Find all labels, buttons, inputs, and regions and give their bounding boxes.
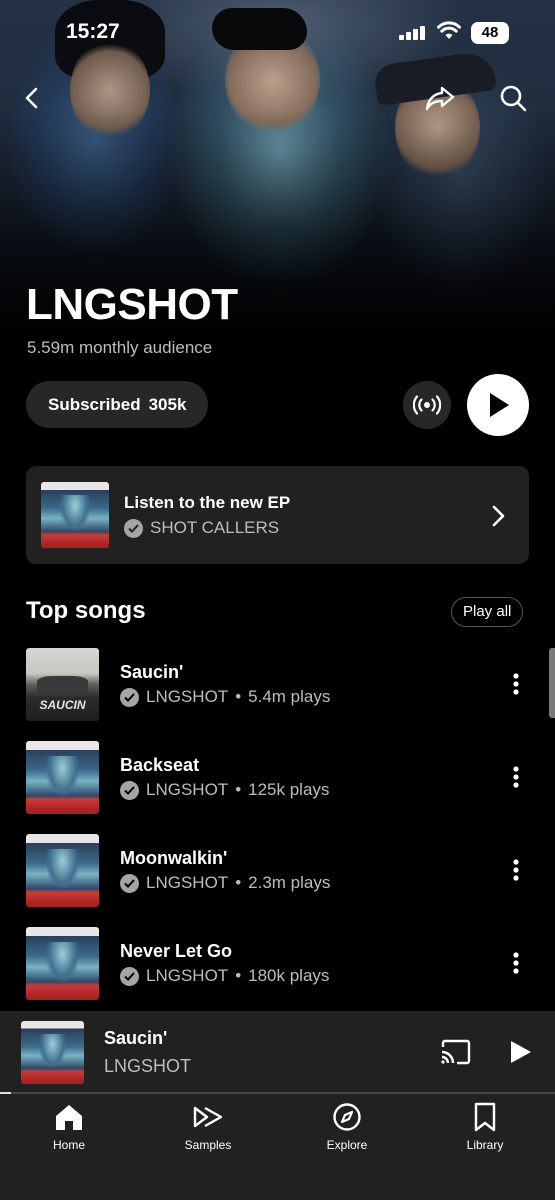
now-playing-artist: LNGSHOT — [104, 1056, 192, 1076]
song-title: Saucin' — [120, 662, 184, 682]
song-artist: LNGSHOT — [146, 780, 229, 799]
home-icon — [56, 1105, 82, 1130]
search-button[interactable] — [495, 80, 531, 116]
more-vertical-icon — [513, 766, 519, 788]
nav-explore-label: Explore — [326, 1138, 368, 1152]
ep-card-subtitle: SHOT CALLERS — [124, 518, 279, 538]
mini-player[interactable]: Saucin' LNGSHOT — [0, 1011, 555, 1093]
nav-samples[interactable]: Samples — [158, 1102, 258, 1152]
song-meta: LNGSHOT • 125k plays — [120, 780, 329, 800]
song-more-button[interactable] — [503, 759, 529, 795]
play-all-button[interactable]: Play all — [451, 597, 524, 627]
bottom-navigation: Home Samples Explore Library — [0, 1094, 555, 1200]
song-plays: 125k plays — [248, 780, 330, 799]
song-more-button[interactable] — [503, 666, 529, 702]
wifi-icon — [437, 21, 461, 39]
song-row[interactable]: Moonwalkin' LNGSHOT • 2.3m plays — [0, 834, 555, 914]
next-carousel-peek[interactable] — [549, 648, 555, 718]
song-title: Moonwalkin' — [120, 848, 228, 868]
radio-button[interactable] — [403, 381, 451, 429]
song-title: Never Let Go — [120, 941, 233, 961]
nav-library-label: Library — [466, 1138, 504, 1152]
song-plays: 5.4m plays — [248, 687, 331, 706]
more-vertical-icon — [513, 952, 519, 974]
nav-library[interactable]: Library — [435, 1102, 535, 1152]
cast-icon[interactable] — [440, 1039, 472, 1065]
song-row[interactable]: Backseat LNGSHOT • 125k plays — [0, 741, 555, 821]
verified-check-icon — [120, 780, 139, 800]
more-vertical-icon — [513, 859, 519, 881]
song-artist: LNGSHOT — [146, 966, 229, 985]
ep-name: SHOT CALLERS — [150, 518, 280, 537]
cellular-signal-icon — [399, 26, 429, 40]
share-icon — [425, 86, 455, 111]
monthly-audience: 5.59m monthly audience — [27, 338, 213, 357]
ep-card-title: Listen to the new EP — [124, 493, 291, 512]
play-icon — [490, 393, 509, 417]
song-row[interactable]: Saucin' LNGSHOT•5.4m plays — [0, 648, 555, 728]
now-playing-title: Saucin' — [104, 1028, 168, 1048]
subscribe-button[interactable]: Subscribed 305k — [26, 381, 209, 428]
song-more-button[interactable] — [503, 945, 529, 981]
song-meta: LNGSHOT • 2.3m plays — [120, 873, 330, 893]
chevron-left-icon — [25, 87, 38, 109]
song-title: Backseat — [120, 755, 200, 775]
play-artist-button[interactable] — [467, 374, 529, 436]
song-more-button[interactable] — [503, 852, 529, 888]
share-button[interactable] — [422, 80, 458, 116]
nav-explore[interactable]: Explore — [297, 1102, 397, 1152]
song-plays: 180k plays — [248, 966, 330, 985]
verified-check-icon — [120, 873, 139, 893]
more-vertical-icon — [513, 673, 519, 695]
now-playing-cover — [21, 1021, 84, 1084]
song-cover-image — [26, 927, 99, 1000]
top-songs-heading: Top songs — [26, 597, 146, 624]
back-button[interactable] — [14, 80, 50, 116]
song-artist: LNGSHOT — [146, 873, 229, 892]
song-artist: LNGSHOT — [146, 687, 229, 706]
chevron-right-icon — [492, 505, 505, 527]
verified-check-icon — [120, 687, 139, 707]
song-row[interactable]: Never Let Go LNGSHOT • 180k plays — [0, 927, 555, 1007]
status-bar: 15:27 48 — [0, 0, 555, 64]
status-time: 15:27 — [66, 20, 120, 43]
new-ep-card[interactable]: Listen to the new EP SHOT CALLERS — [26, 466, 529, 564]
song-cover-image — [26, 834, 99, 907]
nav-home[interactable]: Home — [19, 1102, 119, 1152]
nav-samples-label: Samples — [184, 1138, 232, 1152]
song-meta: LNGSHOT • 5.4m plays — [120, 687, 330, 707]
search-icon — [500, 85, 527, 112]
nav-home-label: Home — [52, 1138, 85, 1152]
song-plays: 2.3m plays — [248, 873, 331, 892]
subscriber-count: 305k — [148, 394, 187, 414]
artist-name: LNGSHOT — [26, 280, 238, 329]
library-icon — [474, 1102, 496, 1132]
subscribe-label: Subscribed — [48, 394, 141, 414]
verified-check-icon — [124, 518, 143, 538]
samples-icon — [193, 1106, 223, 1128]
mini-play-icon[interactable] — [507, 1039, 533, 1065]
explore-icon — [333, 1103, 361, 1131]
song-cover-image — [26, 741, 99, 814]
song-cover-image — [26, 648, 99, 721]
song-meta: LNGSHOT • 180k plays — [120, 966, 329, 986]
ep-cover-image — [41, 482, 109, 548]
verified-check-icon — [120, 966, 139, 986]
battery-indicator: 48 — [471, 22, 509, 44]
radio-broadcast-icon — [413, 395, 441, 415]
